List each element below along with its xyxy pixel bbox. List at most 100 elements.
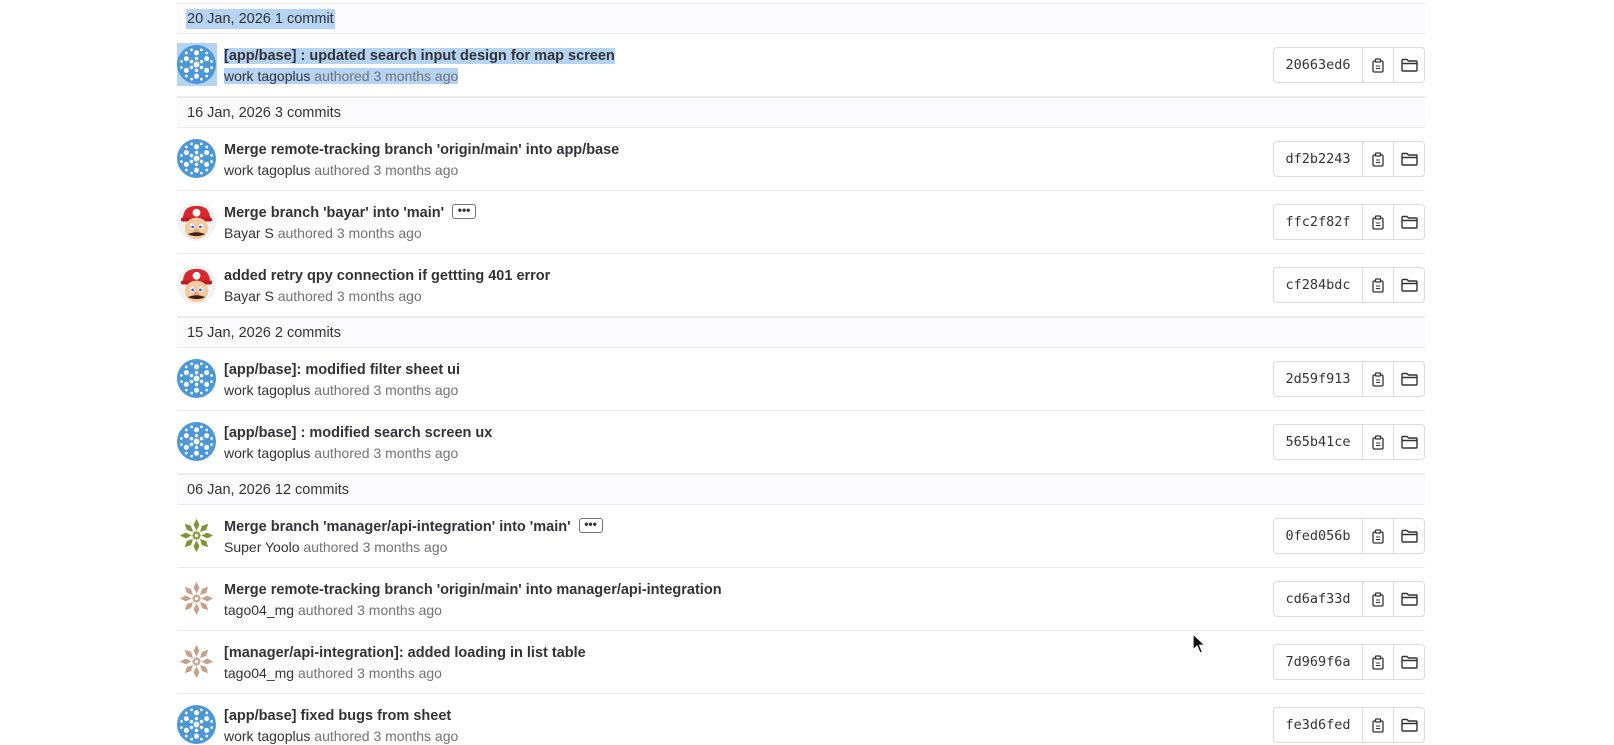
- commit-info: [app/base]: modified filter sheet ui work…: [224, 359, 1225, 400]
- folder-icon: [1400, 58, 1418, 72]
- commit-list: 20 Jan, 2026 1 commit [app/base] : update…: [177, 3, 1425, 745]
- commit-sha-group: cd6af33d: [1273, 581, 1425, 617]
- commit-author-link[interactable]: tago04_mg: [224, 665, 294, 681]
- commit-sha-group: 0fed056b: [1273, 518, 1425, 554]
- copy-sha-button[interactable]: [1363, 519, 1394, 553]
- author-avatar[interactable]: [177, 642, 216, 681]
- commit-author-link[interactable]: Super Yoolo: [224, 539, 300, 555]
- author-avatar[interactable]: [177, 202, 216, 241]
- copy-sha-button[interactable]: [1363, 425, 1394, 459]
- author-avatar[interactable]: [177, 45, 216, 84]
- copy-sha-button[interactable]: [1363, 582, 1394, 616]
- commit-title-link[interactable]: [app/base] : updated search input design…: [224, 48, 615, 64]
- commit-authored-time: authored 3 months ago: [297, 602, 442, 618]
- author-avatar[interactable]: [177, 139, 216, 178]
- commit-sha-link[interactable]: 7d969f6a: [1274, 645, 1363, 679]
- author-avatar[interactable]: [177, 516, 216, 555]
- toggle-description-button[interactable]: •••: [578, 517, 603, 534]
- author-avatar[interactable]: [177, 579, 216, 618]
- commit-title-link[interactable]: [app/base] : modified search screen ux: [224, 425, 492, 441]
- author-avatar[interactable]: [177, 705, 216, 744]
- commit-info: Merge branch 'manager/api-integration' i…: [224, 516, 1225, 557]
- copy-sha-button[interactable]: [1363, 645, 1394, 679]
- copy-sha-button[interactable]: [1363, 205, 1394, 239]
- commit-authored-time: authored 3 months ago: [314, 445, 459, 461]
- mouse-pointer-icon: [1192, 633, 1206, 654]
- browse-files-button[interactable]: [1394, 205, 1424, 239]
- browse-files-button[interactable]: [1394, 645, 1424, 679]
- commit-author-link[interactable]: work tagoplus: [224, 728, 310, 744]
- browse-files-button[interactable]: [1394, 519, 1424, 553]
- commit-info: [app/base] fixed bugs from sheet work tag…: [224, 705, 1225, 745]
- commit-title-link[interactable]: [manager/api-integration]: added loading…: [224, 645, 586, 661]
- ellipsis-icon: •••: [584, 517, 597, 532]
- commit-sha-link[interactable]: df2b2243: [1274, 142, 1363, 176]
- commit-sha-group: cf284bdc: [1273, 267, 1425, 303]
- commit-author-link[interactable]: Bayar S: [224, 288, 274, 304]
- author-avatar[interactable]: [177, 359, 216, 398]
- commit-sha-link[interactable]: fe3d6fed: [1274, 708, 1363, 742]
- browse-files-button[interactable]: [1394, 708, 1424, 742]
- browse-files-button[interactable]: [1394, 268, 1424, 302]
- commit-sha-link[interactable]: 2d59f913: [1274, 362, 1363, 396]
- browse-files-button[interactable]: [1394, 142, 1424, 176]
- copy-sha-button[interactable]: [1363, 708, 1394, 742]
- commit-title-link[interactable]: Merge branch 'bayar' into 'main': [224, 205, 444, 221]
- copy-sha-button[interactable]: [1363, 362, 1394, 396]
- commit-author-link[interactable]: work tagoplus: [224, 445, 310, 461]
- folder-icon: [1400, 718, 1418, 732]
- commit-sha-link[interactable]: cf284bdc: [1274, 268, 1363, 302]
- commit-sha-link[interactable]: ffc2f82f: [1274, 205, 1363, 239]
- commit-info: [app/base] : updated search input design…: [224, 45, 1225, 86]
- commit-row: Merge remote-tracking branch 'origin/mai…: [177, 568, 1425, 631]
- commit-history-page: 20 Jan, 2026 1 commit [app/base] : update…: [0, 0, 1614, 745]
- commit-sha-link[interactable]: cd6af33d: [1274, 582, 1363, 616]
- copy-icon: [1371, 277, 1385, 293]
- copy-icon: [1371, 434, 1385, 450]
- commit-sha-link[interactable]: 565b41ce: [1274, 425, 1363, 459]
- browse-files-button[interactable]: [1394, 582, 1424, 616]
- commit-author-link[interactable]: work tagoplus: [224, 68, 310, 84]
- commit-authored-time: authored 3 months ago: [314, 68, 459, 84]
- commit-author-link[interactable]: tago04_mg: [224, 602, 294, 618]
- copy-sha-button[interactable]: [1363, 142, 1394, 176]
- folder-icon: [1400, 529, 1418, 543]
- commit-sha-group: 7d969f6a: [1273, 644, 1425, 680]
- ellipsis-icon: •••: [457, 203, 471, 218]
- day-group-header: 15 Jan, 2026 2 commits: [177, 317, 1425, 348]
- toggle-description-button[interactable]: •••: [452, 203, 477, 220]
- folder-icon: [1400, 215, 1418, 229]
- commit-authored-time: authored 3 months ago: [277, 225, 422, 241]
- commit-title-link[interactable]: [app/base]: modified filter sheet ui: [224, 362, 460, 378]
- commit-row: [app/base] fixed bugs from sheet work tag…: [177, 694, 1425, 745]
- copy-icon: [1371, 151, 1385, 167]
- copy-sha-button[interactable]: [1363, 48, 1394, 82]
- commit-title-link[interactable]: Merge remote-tracking branch 'origin/mai…: [224, 142, 619, 158]
- commit-title-link[interactable]: [app/base] fixed bugs from sheet: [224, 708, 451, 724]
- folder-icon: [1400, 278, 1418, 292]
- commit-sha-link[interactable]: 0fed056b: [1274, 519, 1363, 553]
- copy-sha-button[interactable]: [1363, 268, 1394, 302]
- copy-icon: [1371, 371, 1385, 387]
- commit-info: [manager/api-integration]: added loading…: [224, 642, 1225, 683]
- commit-sha-group: 565b41ce: [1273, 424, 1425, 460]
- commit-title-link[interactable]: Merge remote-tracking branch 'origin/mai…: [224, 582, 722, 598]
- author-avatar[interactable]: [177, 422, 216, 461]
- commit-author-link[interactable]: work tagoplus: [224, 162, 310, 178]
- commit-row: [app/base] : modified search screen ux wo…: [177, 411, 1425, 474]
- commit-author-link[interactable]: work tagoplus: [224, 382, 310, 398]
- folder-icon: [1400, 592, 1418, 606]
- commit-sha-link[interactable]: 20663ed6: [1274, 48, 1363, 82]
- author-avatar[interactable]: [177, 265, 216, 304]
- commit-info: [app/base] : modified search screen ux wo…: [224, 422, 1225, 463]
- copy-icon: [1371, 214, 1385, 230]
- commit-title-link[interactable]: Merge branch 'manager/api-integration' i…: [224, 519, 571, 535]
- browse-files-button[interactable]: [1394, 425, 1424, 459]
- commit-title-link[interactable]: added retry qpy connection if gettting 4…: [224, 268, 550, 284]
- browse-files-button[interactable]: [1394, 362, 1424, 396]
- commit-authored-time: authored 3 months ago: [314, 382, 459, 398]
- commit-author-link[interactable]: Bayar S: [224, 225, 274, 241]
- commit-sha-group: ffc2f82f: [1273, 204, 1425, 240]
- browse-files-button[interactable]: [1394, 48, 1424, 82]
- commit-row: added retry qpy connection if gettting 4…: [177, 254, 1425, 317]
